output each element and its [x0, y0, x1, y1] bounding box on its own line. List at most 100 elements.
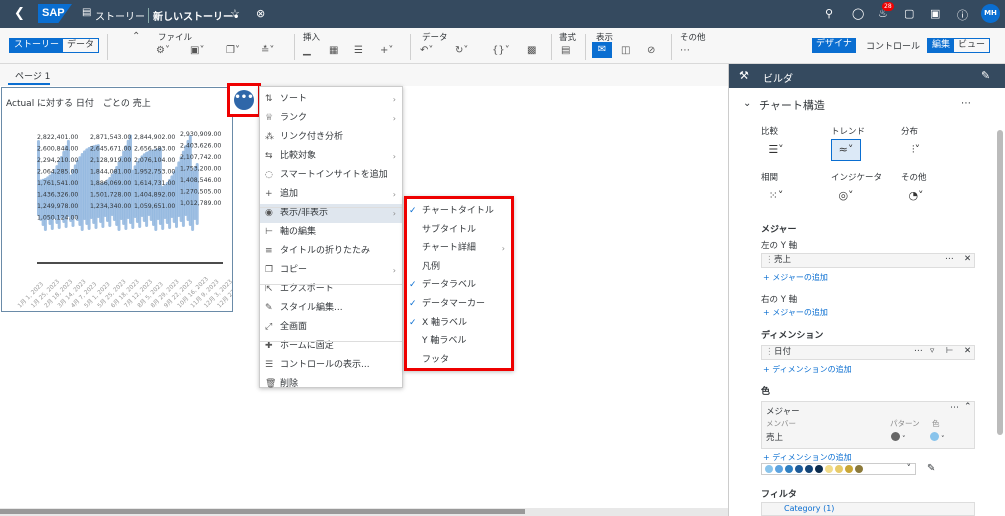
add-dimension-link[interactable]: + ディメンションの追加 [763, 364, 852, 375]
drag-handle-icon[interactable]: ⋮ [765, 254, 774, 267]
measure-token-sales[interactable]: ⋮ 売上 ⋯ ✕ [761, 253, 975, 268]
help-icon[interactable]: ⓘ [957, 7, 968, 23]
chart-type-distribution-button[interactable]: ⫶˅ [901, 139, 931, 161]
filter-token-label[interactable]: Category (1) [784, 504, 834, 513]
pattern-picker[interactable]: ˅ [891, 432, 906, 444]
color-picker[interactable]: ˅ [930, 432, 945, 444]
format-icon[interactable]: ▤ [561, 45, 570, 56]
add-measure-link[interactable]: + メジャーの追加 [763, 272, 828, 283]
token-more-icon[interactable]: ⋯ [914, 345, 923, 358]
chart-type-scatter-button[interactable]: ⁙˅ [761, 185, 791, 207]
tools-icon[interactable]: ⚙˅ [156, 45, 170, 56]
token-more-icon[interactable]: ⋯ [945, 253, 954, 266]
context-menu-item[interactable]: ❐ コピー › [260, 261, 402, 280]
context-menu-item[interactable]: ≡ タイトルの折りたたみ [260, 242, 402, 261]
more-options-button[interactable]: ••• [234, 90, 254, 110]
submenu-item[interactable]: サブタイトル [407, 221, 511, 240]
context-menu-item[interactable]: ✚ ホームに固定 [260, 337, 402, 356]
filter-icon[interactable]: ▿ [930, 345, 934, 358]
styling-brush-icon[interactable]: ✎ [981, 69, 990, 82]
submenu-item[interactable]: ✓ データラベル [407, 276, 511, 295]
submenu-item[interactable]: ✓ X 軸ラベル [407, 314, 511, 333]
search-icon[interactable]: ⚲ [825, 7, 833, 20]
chart-type-bar-chart-button[interactable]: ☰˅ [761, 139, 791, 161]
lightbulb-icon[interactable]: ◯ [852, 7, 864, 20]
undo-icon[interactable]: ↶˅ [420, 45, 433, 56]
insert-control-icon[interactable]: ☰ [354, 45, 363, 56]
check-circle-icon[interactable]: ⊘ [647, 45, 655, 56]
submenu-item[interactable]: チャート詳細 › [407, 239, 511, 258]
copy-icon[interactable]: ❐˅ [226, 45, 240, 56]
refresh-icon[interactable]: ↻˅ [455, 45, 468, 56]
comment-mode-button[interactable]: ✉ [592, 42, 612, 58]
insert-chart-icon[interactable]: ▁ [303, 45, 311, 56]
add-color-dimension-link[interactable]: + ディメンションの追加 [763, 452, 852, 463]
designer-button[interactable]: デザイナ [812, 38, 856, 53]
view-mode-story[interactable]: ストーリー [10, 39, 64, 52]
builder-vertical-scrollbar[interactable] [997, 130, 1003, 435]
close-circle-icon[interactable]: ⊗ [256, 7, 265, 20]
color-palette-dropdown[interactable]: ˅ [761, 463, 916, 475]
chevron-down-icon[interactable]: ⌄ [743, 98, 751, 109]
chart-type-bullet-button[interactable]: ◎˅ [831, 185, 861, 207]
right-y-axis-label: 右の Y 軸 [761, 295, 798, 305]
palette-swatch [825, 465, 833, 473]
control-button[interactable]: コントロール [866, 39, 920, 52]
context-menu-item[interactable]: ⁂ リンク付き分析 [260, 128, 402, 147]
context-menu-item[interactable]: + 追加 › [260, 185, 402, 204]
chart-widget[interactable]: Actual に対する 日付 ごとの 売上 2,822,401.00 2,871,… [1, 87, 233, 312]
chart-type-donut-button[interactable]: ◔˅ [901, 185, 931, 207]
tab-page-1[interactable]: ページ 1 [15, 69, 50, 82]
context-menu-item[interactable]: ⊢ 軸の編集 [260, 223, 402, 242]
grid-icon[interactable]: ◫ [621, 45, 630, 56]
insert-table-icon[interactable]: ▦ [329, 45, 338, 56]
context-menu-item-label: スマートインサイトを追加 [280, 170, 388, 180]
collapse-toolbar-icon[interactable]: ⌃ [132, 31, 140, 42]
submenu-item-label: チャート詳細 [422, 243, 476, 254]
more-icon[interactable]: ⋯ [680, 45, 690, 56]
favorite-star-icon[interactable]: ☆ [230, 7, 240, 20]
context-menu-item[interactable]: ⇱ エクスポート [260, 280, 402, 299]
remove-icon[interactable]: ✕ [964, 253, 971, 266]
context-menu-item[interactable]: ☰ コントロールの表示... [260, 356, 402, 375]
context-menu-item[interactable]: ♕ ランク › [260, 109, 402, 128]
chart-type-trend-chart-button[interactable]: ≈˅ [831, 139, 861, 161]
context-menu-item[interactable]: ⤢ 全画面 [260, 318, 402, 337]
view-mode-button[interactable]: ビュー [954, 39, 989, 52]
edit-mode-button[interactable]: 編集 [928, 39, 955, 52]
avatar[interactable]: MH [981, 4, 1000, 23]
submenu-item[interactable]: ✓ データマーカー [407, 295, 511, 314]
dimension-token-date[interactable]: ⋮ 日付 ⋯ ▿ ⊢ ✕ [761, 345, 975, 360]
scrollbar-thumb[interactable] [0, 509, 525, 514]
hierarchy-icon[interactable]: ⊢ [946, 345, 953, 358]
context-menu-item[interactable]: ⇅ ソート › [260, 90, 402, 109]
submenu-item[interactable]: Y 軸ラベル [407, 332, 511, 351]
submenu-item[interactable]: ✓ チャートタイトル [407, 202, 511, 221]
box-more-icon[interactable]: ⋯ [950, 403, 959, 413]
formula-icon[interactable]: {}˅ [492, 45, 510, 56]
chevron-up-icon[interactable]: ⌃ [964, 402, 972, 412]
context-menu-item[interactable]: ✎ スタイル編集... [260, 299, 402, 318]
palette-settings-icon[interactable]: ✎ [927, 463, 935, 474]
back-icon[interactable]: ❮ [14, 6, 25, 21]
add-measure-right-link[interactable]: + メジャーの追加 [763, 307, 828, 318]
remove-icon[interactable]: ✕ [964, 345, 971, 358]
share-icon[interactable]: ≛˅ [261, 45, 274, 56]
context-menu-item[interactable]: 🗑 削除 [260, 375, 402, 394]
view-mode-data[interactable]: データ [63, 39, 98, 52]
chat-icon[interactable]: ▢ [904, 7, 914, 20]
drag-handle-icon[interactable]: ⋮ [765, 346, 774, 359]
submenu-item[interactable]: 凡例 [407, 258, 511, 277]
insert-add-icon[interactable]: +˅ [380, 45, 393, 56]
data-label: 2,076,104.00 [134, 157, 175, 164]
link-icon[interactable]: ▩ [527, 45, 536, 56]
save-icon[interactable]: ▣˅ [190, 45, 204, 56]
palette-swatch [835, 465, 843, 473]
submenu-item[interactable]: フッタ [407, 351, 511, 370]
context-menu-item[interactable]: ⇆ 比較対象 › [260, 147, 402, 166]
filter-token[interactable]: Category (1) [761, 502, 975, 516]
context-menu-item[interactable]: ◌ スマートインサイトを追加 [260, 166, 402, 185]
horizontal-scrollbar[interactable] [0, 508, 728, 516]
feedback-icon[interactable]: ▣ [930, 7, 940, 20]
section-more-icon[interactable]: ⋯ [961, 98, 971, 109]
